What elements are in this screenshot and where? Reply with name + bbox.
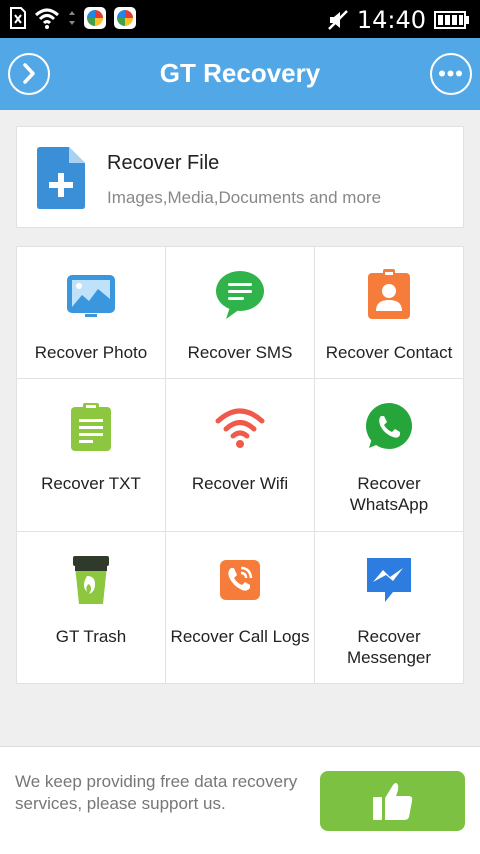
page-title: GT Recovery bbox=[159, 58, 321, 88]
recover-messenger-tile[interactable]: Recover Messenger bbox=[315, 532, 463, 683]
support-message: We keep providing free data recovery ser… bbox=[15, 772, 298, 813]
muted-icon bbox=[327, 10, 348, 30]
recovery-options-grid: Recover Photo Recover SMS Recover Contac… bbox=[16, 246, 464, 684]
support-footer: We keep providing free data recovery ser… bbox=[0, 746, 480, 854]
recover-file-title: Recover File bbox=[107, 152, 220, 174]
whatsapp-icon bbox=[366, 403, 412, 449]
photo-icon bbox=[67, 275, 115, 317]
battery-icon bbox=[434, 11, 469, 29]
thumbs-up-icon bbox=[373, 783, 413, 820]
recover-photo-label: Recover Photo bbox=[34, 343, 148, 362]
more-options-button[interactable] bbox=[430, 53, 472, 95]
like-button[interactable] bbox=[320, 771, 465, 831]
notification-app-icon bbox=[84, 7, 106, 29]
clipboard-text-icon bbox=[71, 403, 111, 451]
status-bar: 14:40 bbox=[0, 0, 480, 38]
trash-can-icon bbox=[73, 556, 109, 604]
data-arrows-icon bbox=[69, 11, 75, 25]
recover-whatsapp-label: Recover WhatsApp bbox=[349, 474, 429, 514]
recover-file-card[interactable]: Recover File Images,Media,Documents and … bbox=[16, 126, 464, 228]
messenger-icon bbox=[367, 558, 411, 602]
recover-call-logs-label: Recover Call Logs bbox=[170, 627, 310, 646]
recover-sms-tile[interactable]: Recover SMS bbox=[166, 247, 314, 378]
wifi-icon bbox=[215, 408, 265, 448]
clock: 14:40 bbox=[356, 6, 426, 34]
recover-sms-label: Recover SMS bbox=[187, 343, 293, 362]
recover-messenger-label: Recover Messenger bbox=[346, 627, 432, 667]
recover-contact-tile[interactable]: Recover Contact bbox=[315, 247, 463, 378]
recover-wifi-tile[interactable]: Recover Wifi bbox=[166, 379, 314, 531]
app-header: GT Recovery bbox=[0, 38, 480, 110]
gt-trash-tile[interactable]: GT Trash bbox=[17, 532, 165, 683]
add-file-icon bbox=[37, 147, 85, 209]
more-dots-icon bbox=[439, 70, 462, 77]
sms-bubble-icon bbox=[216, 271, 264, 319]
recover-file-subtitle: Images,Media,Documents and more bbox=[107, 188, 382, 207]
gt-trash-label: GT Trash bbox=[55, 627, 127, 646]
recover-whatsapp-tile[interactable]: Recover WhatsApp bbox=[315, 379, 463, 531]
recover-wifi-label: Recover Wifi bbox=[191, 474, 289, 493]
recover-contact-label: Recover Contact bbox=[325, 343, 453, 362]
recover-txt-tile[interactable]: Recover TXT bbox=[17, 379, 165, 531]
call-log-icon bbox=[220, 560, 260, 600]
recover-call-logs-tile[interactable]: Recover Call Logs bbox=[166, 532, 314, 683]
contact-card-icon bbox=[368, 269, 410, 319]
wifi-signal-icon bbox=[34, 8, 60, 29]
sim-card-icon bbox=[10, 7, 26, 29]
recover-photo-tile[interactable]: Recover Photo bbox=[17, 247, 165, 378]
recover-txt-label: Recover TXT bbox=[41, 474, 141, 493]
notification-app-icon bbox=[114, 7, 136, 29]
